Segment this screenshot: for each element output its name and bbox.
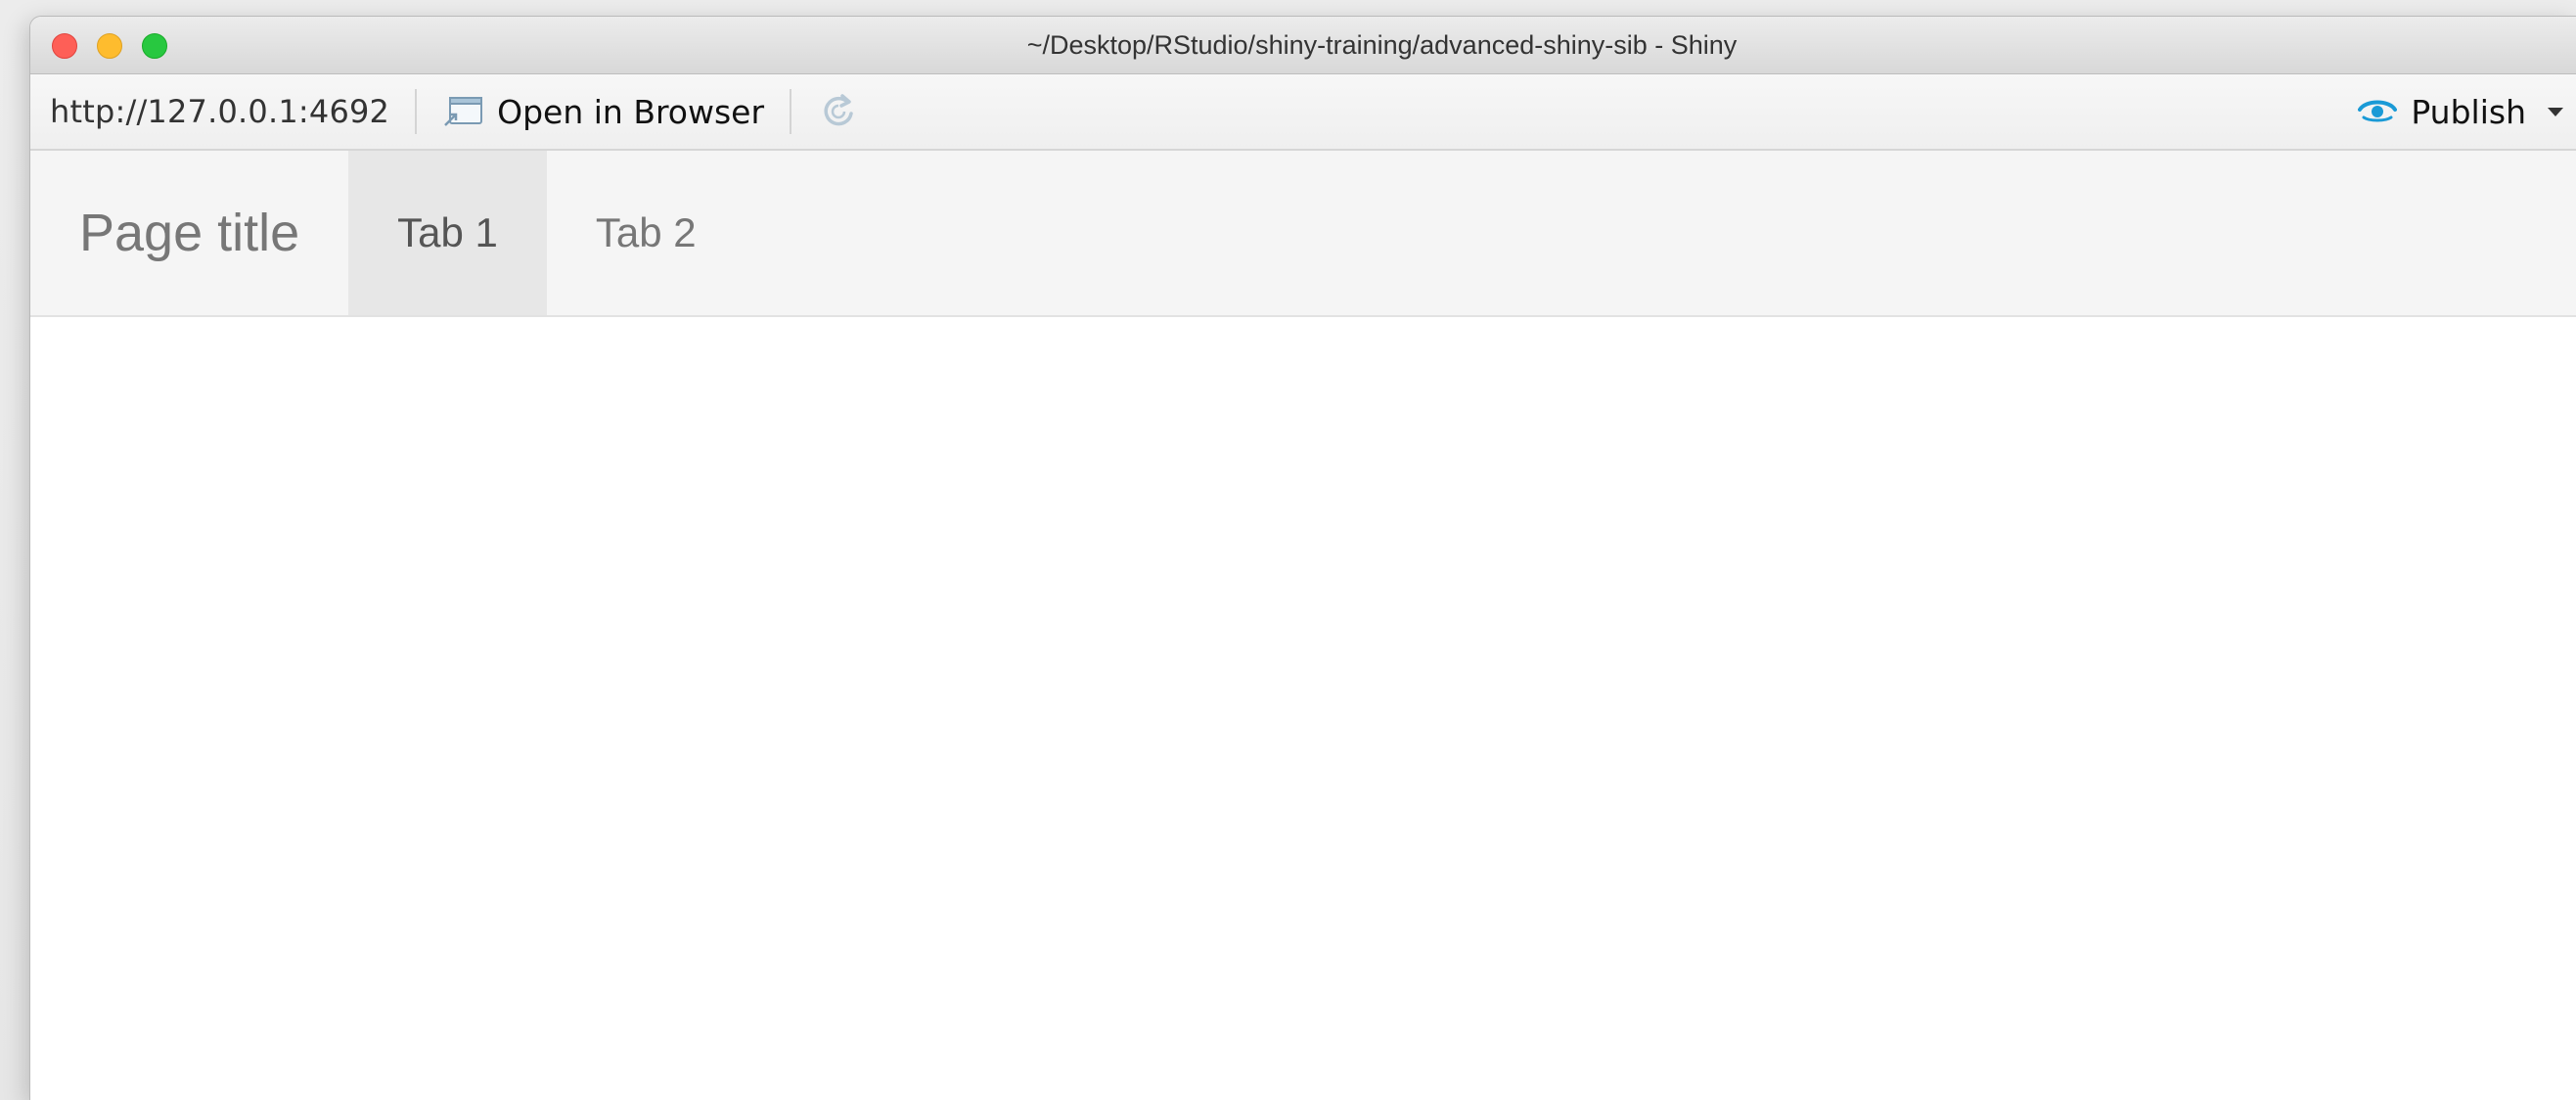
toolbar-divider — [790, 89, 792, 134]
window-title: ~/Desktop/RStudio/shiny-training/advance… — [1026, 29, 1738, 60]
tab-1[interactable]: Tab 1 — [348, 151, 547, 315]
desktop: ~/Desktop/RStudio/shiny-training/advance… — [0, 0, 2576, 1100]
close-window-button[interactable] — [52, 33, 77, 59]
title-bar[interactable]: ~/Desktop/RStudio/shiny-training/advance… — [30, 17, 2576, 74]
window-controls — [52, 33, 167, 59]
shiny-window: ~/Desktop/RStudio/shiny-training/advance… — [29, 16, 2576, 1100]
open-in-browser-label: Open in Browser — [497, 92, 765, 131]
viewer-toolbar: http://127.0.0.1:4692 Open in Browser Pu… — [30, 74, 2576, 151]
tab-content — [30, 317, 2576, 1100]
url-display[interactable]: http://127.0.0.1:4692 — [30, 93, 389, 130]
maximize-window-button[interactable] — [142, 33, 167, 59]
app-navbar: Page title Tab 1 Tab 2 — [30, 151, 2576, 317]
publish-label: Publish — [2411, 92, 2526, 131]
open-in-browser-icon — [442, 95, 483, 128]
refresh-icon[interactable] — [817, 90, 860, 133]
page-title[interactable]: Page title — [30, 151, 348, 315]
minimize-window-button[interactable] — [97, 33, 122, 59]
open-in-browser-button[interactable]: Open in Browser — [442, 93, 764, 131]
publish-icon — [2358, 96, 2398, 128]
chevron-down-icon[interactable] — [2548, 107, 2563, 116]
publish-button[interactable]: Publish — [2358, 74, 2563, 149]
toolbar-divider — [415, 89, 418, 134]
tab-2[interactable]: Tab 2 — [547, 151, 746, 315]
